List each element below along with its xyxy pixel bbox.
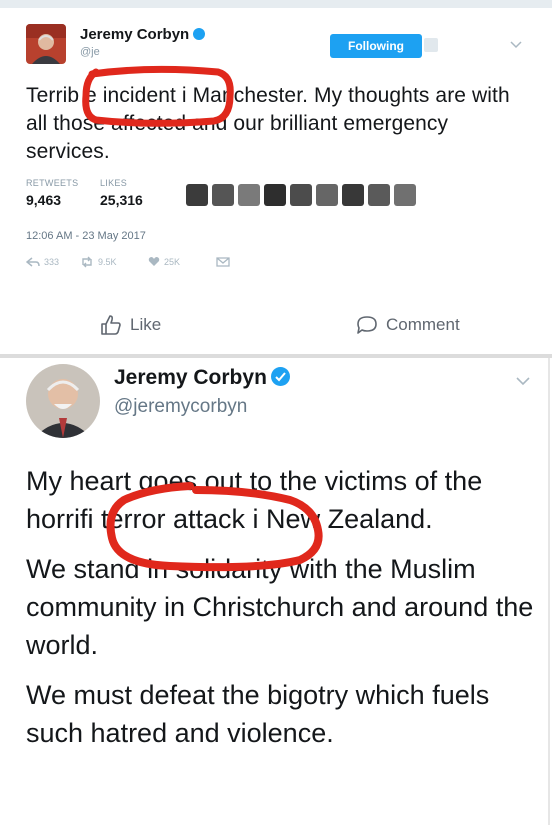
retweet-icon [82,256,92,268]
like-action-count: 25K [164,256,181,267]
top-tweet-text: Terrib e incident i Manchester. My thoug… [26,84,510,163]
likes-count[interactable]: 25,316 [100,192,143,208]
reply-icon [26,257,40,267]
liker-avatar[interactable] [290,184,312,206]
retweets-count[interactable]: 9,463 [26,192,61,208]
liker-avatar[interactable] [186,184,208,206]
chevron-down-icon[interactable] [508,36,524,52]
bottom-tweet-panel: Jeremy Corbyn @jeremycorbyn My heart goe… [0,358,552,825]
reply-count: 333 [44,257,60,267]
reply-action[interactable]: 333 [26,256,59,268]
facebook-like-button[interactable]: Like [100,314,161,336]
facebook-comment-label: Comment [386,315,460,334]
chevron-down-icon[interactable] [514,372,532,390]
likes-label: LIKES [100,178,128,188]
top-tweet-author-name[interactable]: Jeremy Corbyn [80,26,206,43]
top-tweet-avatar[interactable] [26,24,66,64]
liker-avatar[interactable] [342,184,364,206]
like-action[interactable]: 25K [148,256,180,267]
liker-avatar[interactable] [316,184,338,206]
tweet-paragraph: We stand in solidarity with the Muslim c… [26,554,534,660]
retweet-action-count: 9.5K [98,257,117,267]
retweets-label: RETWEETS [26,178,79,188]
top-tweet-stats: RETWEETS 9,463 LIKES 25,316 [26,178,526,218]
bottom-tweet-author-handle[interactable]: @jeremycorbyn [114,396,247,418]
thumbs-up-icon [101,315,121,335]
bottom-tweet-author-name[interactable]: Jeremy Corbyn [114,366,290,390]
follow-options-icon[interactable] [424,38,438,52]
top-tweet-author-handle[interactable]: @je [80,46,100,58]
facebook-like-label: Like [130,315,162,334]
liker-avatar[interactable] [264,184,286,206]
liker-avatar[interactable] [238,184,260,206]
top-tweet-panel: Jeremy Corbyn @je Following Terrib e inc… [0,0,552,354]
liker-avatar[interactable] [212,184,234,206]
comment-bubble-icon [357,316,377,334]
liker-avatar[interactable] [394,184,416,206]
following-button[interactable]: Following [330,34,422,58]
top-tweet-timestamp[interactable]: 12:06 AM - 23 May 2017 [26,230,146,242]
facebook-action-bar: Like Comment [0,300,552,354]
tweet-paragraph: We must defeat the bigotry which fuels s… [26,680,490,748]
tweet-paragraph: My heart goes out to the victims of the … [26,466,483,534]
dm-icon [216,257,230,267]
facebook-comment-button[interactable]: Comment [356,314,460,336]
dm-action[interactable] [216,256,230,268]
verified-badge-icon [270,367,290,386]
verified-badge-icon [193,28,206,40]
top-tweet-actions: 333 9.5K 25K [26,256,326,272]
retweet-action[interactable]: 9.5K [80,256,117,268]
heart-icon [148,257,160,266]
bottom-tweet-avatar[interactable] [26,364,100,438]
bottom-tweet-text: My heart goes out to the victims of the … [26,462,538,764]
liker-avatar[interactable] [368,184,390,206]
